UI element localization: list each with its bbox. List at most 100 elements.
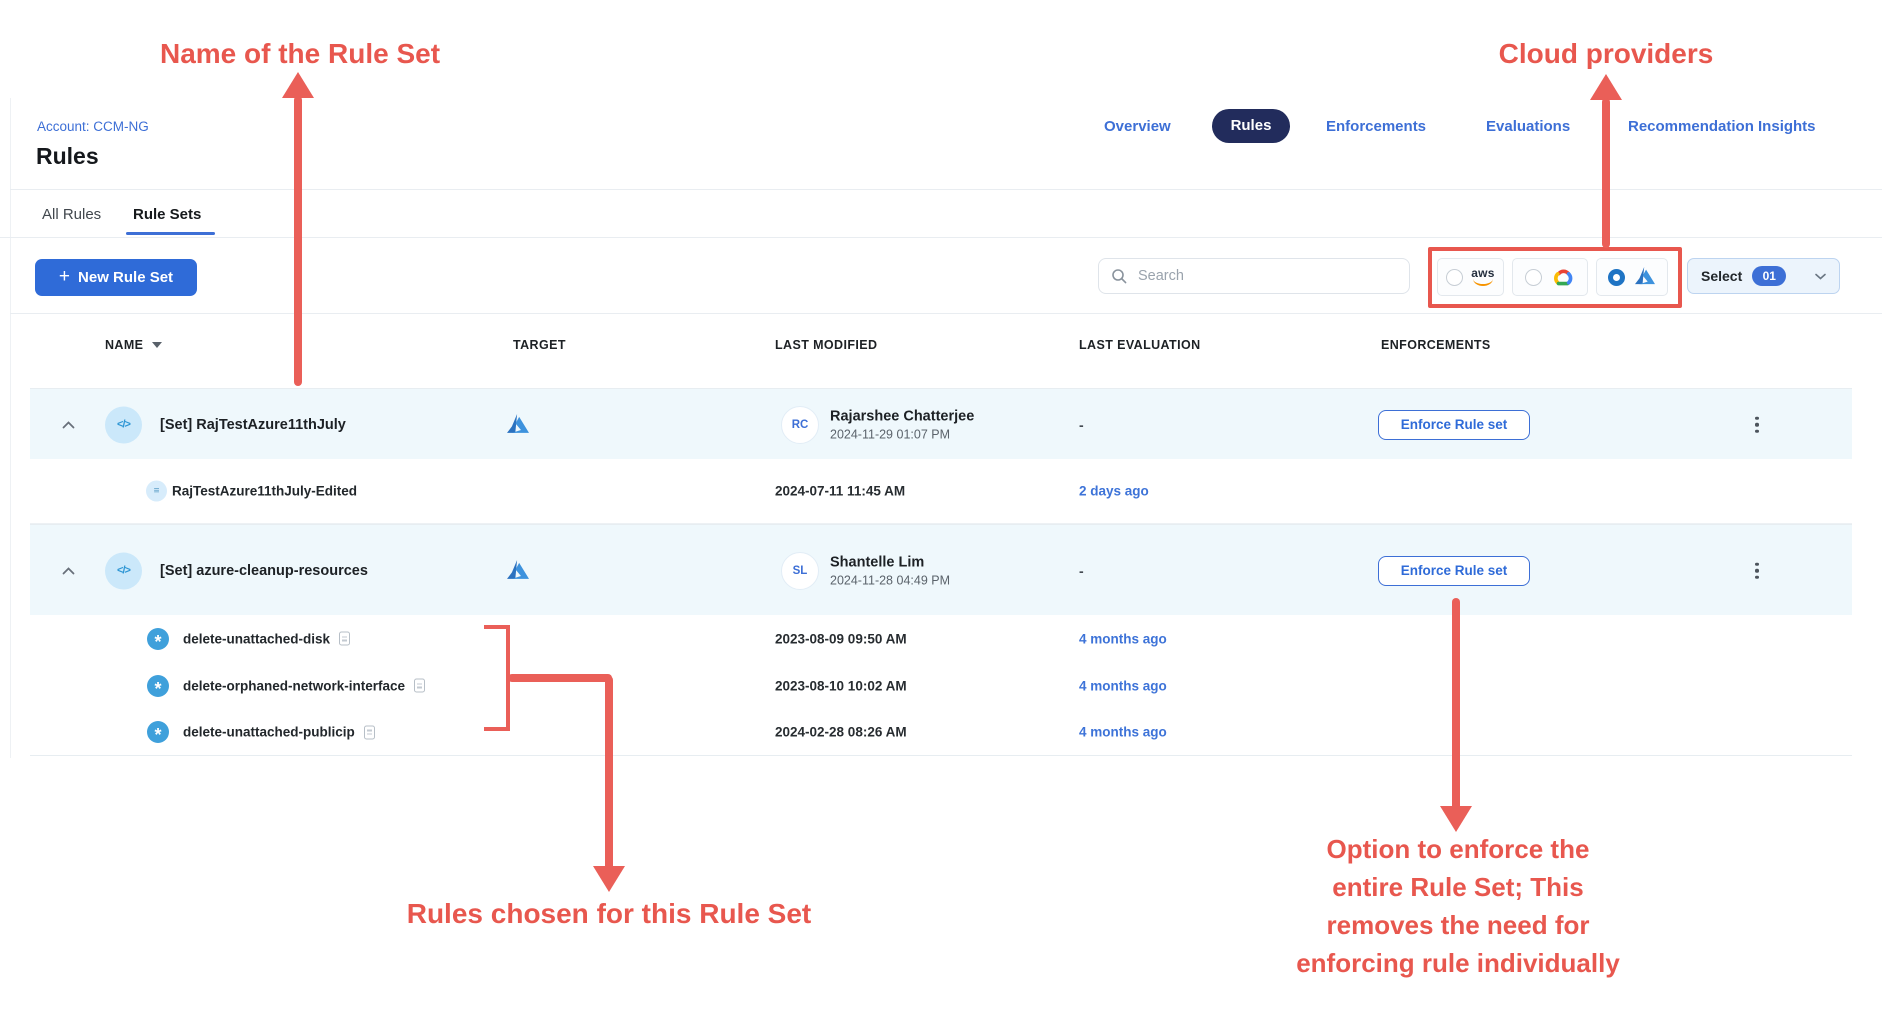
- avatar: RC: [781, 406, 819, 444]
- enforce-rule-set-button[interactable]: Enforce Rule set: [1378, 556, 1530, 586]
- rule-last-evaluation-link[interactable]: 4 months ago: [1079, 678, 1167, 693]
- rule-set-icon: </>: [105, 406, 142, 443]
- annotation-arrow-shaft: [294, 96, 302, 386]
- kebab-menu-button[interactable]: [1748, 558, 1766, 583]
- copy-icon[interactable]: [364, 725, 375, 739]
- nav-item-recommendation-insights[interactable]: Recommendation Insights: [1628, 112, 1816, 142]
- chevron-down-icon: [1815, 273, 1826, 280]
- column-header-last-modified: LAST MODIFIED: [775, 338, 877, 352]
- active-tab-underline: [126, 232, 215, 235]
- annotation-arrow-down-icon: [593, 866, 625, 892]
- tabs-divider: [0, 237, 1882, 238]
- column-name-label: NAME: [105, 338, 143, 352]
- collapse-chevron-up-icon[interactable]: [62, 421, 75, 429]
- column-header-name[interactable]: NAME: [105, 338, 162, 352]
- rule-set-icon: </>: [105, 552, 142, 589]
- provider-toggle-aws[interactable]: aws: [1437, 258, 1504, 296]
- rule-name: delete-unattached-publicip: [183, 725, 355, 740]
- annotation-line: removes the need for: [1268, 906, 1648, 944]
- rule-last-evaluation-link[interactable]: 2 days ago: [1079, 484, 1149, 499]
- rule-name-cell: delete-orphaned-network-interface: [183, 678, 425, 693]
- rule-set-name: [Set] azure-cleanup-resources: [160, 563, 368, 579]
- table-header: NAME TARGET LAST MODIFIED LAST EVALUATIO…: [30, 328, 1852, 368]
- azure-radio-checked[interactable]: [1608, 269, 1625, 286]
- enforce-rule-set-button[interactable]: Enforce Rule set: [1378, 410, 1530, 440]
- copy-icon[interactable]: [414, 679, 425, 693]
- modified-at-timestamp: 2024-11-28 04:49 PM: [830, 573, 950, 587]
- rule-name: delete-orphaned-network-interface: [183, 678, 405, 693]
- modified-by-name: Rajarshee Chatterjee: [830, 408, 974, 424]
- rule-name: RajTestAzure11thJuly-Edited: [172, 484, 357, 499]
- column-header-target: TARGET: [513, 338, 566, 352]
- new-rule-set-button[interactable]: + New Rule Set: [35, 259, 197, 296]
- nav-item-enforcements[interactable]: Enforcements: [1326, 112, 1426, 142]
- search-box[interactable]: [1098, 258, 1410, 294]
- azure-target-icon: [505, 560, 531, 582]
- annotation-arrow-up-icon: [282, 72, 314, 98]
- column-header-enforcements: ENFORCEMENTS: [1381, 338, 1491, 352]
- provider-toggle-azure[interactable]: [1596, 258, 1668, 296]
- modified-at-timestamp: 2024-11-29 01:07 PM: [830, 427, 974, 441]
- select-label: Select: [1701, 268, 1742, 284]
- column-header-last-evaluation: LAST EVALUATION: [1079, 338, 1201, 352]
- annotation-cloud-providers: Cloud providers: [1460, 38, 1752, 70]
- rules-page: Account: CCM-NG Rules Overview Rules Enf…: [0, 0, 1882, 1028]
- search-input[interactable]: [1136, 267, 1397, 285]
- annotation-arrow-shaft: [1602, 98, 1610, 248]
- nav-item-overview[interactable]: Overview: [1104, 112, 1171, 142]
- annotation-connector-line: [508, 674, 612, 682]
- annotation-rules-chosen: Rules chosen for this Rule Set: [379, 898, 839, 930]
- last-evaluation-value: -: [1079, 417, 1084, 433]
- tab-rule-sets[interactable]: Rule Sets: [133, 206, 201, 223]
- azure-logo-icon: [1633, 267, 1657, 287]
- kebab-menu-button[interactable]: [1748, 412, 1766, 437]
- rule-row: * delete-orphaned-network-interface 2023…: [30, 662, 1852, 709]
- rule-row: * delete-unattached-disk 2023-08-09 09:5…: [30, 615, 1852, 662]
- nav-item-rules-active[interactable]: Rules: [1212, 109, 1290, 143]
- nav-item-evaluations[interactable]: Evaluations: [1486, 112, 1570, 142]
- select-count-badge: 01: [1752, 266, 1786, 286]
- modified-by-name: Shantelle Lim: [830, 554, 950, 570]
- last-modified-cell: Shantelle Lim 2024-11-28 04:49 PM: [830, 554, 950, 587]
- rule-set-row: </> [Set] azure-cleanup-resources SL Sha…: [30, 524, 1852, 616]
- provider-toggle-gcp[interactable]: [1512, 258, 1588, 296]
- annotation-line: enforcing rule individually: [1268, 944, 1648, 982]
- toolbar-divider: [10, 313, 1882, 314]
- sort-caret-icon[interactable]: [152, 342, 162, 348]
- rule-icon: *: [147, 675, 169, 697]
- copy-icon[interactable]: [339, 632, 350, 646]
- rule-name-cell: delete-unattached-disk: [183, 631, 350, 646]
- annotation-line: Option to enforce the: [1268, 830, 1648, 868]
- annotation-enforce-note: Option to enforce the entire Rule Set; T…: [1268, 830, 1648, 982]
- rule-icon: *: [147, 628, 169, 650]
- new-rule-set-label: New Rule Set: [78, 269, 173, 286]
- rule-set-row: </> [Set] RajTestAzure11thJuly RC Rajars…: [30, 388, 1852, 460]
- gcp-radio[interactable]: [1525, 269, 1542, 286]
- rule-row: ≡ RajTestAzure11thJuly-Edited 2024-07-11…: [30, 459, 1852, 524]
- tab-all-rules[interactable]: All Rules: [42, 206, 101, 223]
- annotation-bracket: [484, 727, 510, 731]
- annotation-arrow-shaft: [605, 676, 613, 870]
- avatar: SL: [781, 552, 819, 590]
- account-breadcrumb[interactable]: Account: CCM-NG: [37, 119, 149, 134]
- gcp-logo-icon: [1550, 267, 1576, 288]
- rule-set-name: [Set] RajTestAzure11thJuly: [160, 417, 346, 433]
- collapse-chevron-up-icon[interactable]: [62, 567, 75, 575]
- aws-logo-icon: aws: [1471, 268, 1495, 286]
- annotation-arrow-shaft: [1452, 598, 1460, 810]
- select-dropdown[interactable]: Select 01: [1687, 258, 1840, 294]
- annotation-name-of-rule-set: Name of the Rule Set: [110, 38, 490, 70]
- plus-icon: +: [59, 266, 70, 288]
- rule-last-evaluation-link[interactable]: 4 months ago: [1079, 631, 1167, 646]
- last-modified-cell: Rajarshee Chatterjee 2024-11-29 01:07 PM: [830, 408, 974, 441]
- rule-last-modified: 2023-08-10 10:02 AM: [775, 678, 907, 693]
- rule-name-cell: delete-unattached-publicip: [183, 725, 375, 740]
- last-evaluation-value: -: [1079, 563, 1084, 579]
- annotation-line: entire Rule Set; This: [1268, 868, 1648, 906]
- rule-last-evaluation-link[interactable]: 4 months ago: [1079, 725, 1167, 740]
- rule-icon: *: [147, 721, 169, 743]
- content-left-divider: [10, 98, 11, 758]
- search-icon: [1111, 268, 1127, 284]
- aws-radio[interactable]: [1446, 269, 1463, 286]
- rule-last-modified: 2024-07-11 11:45 AM: [775, 484, 905, 499]
